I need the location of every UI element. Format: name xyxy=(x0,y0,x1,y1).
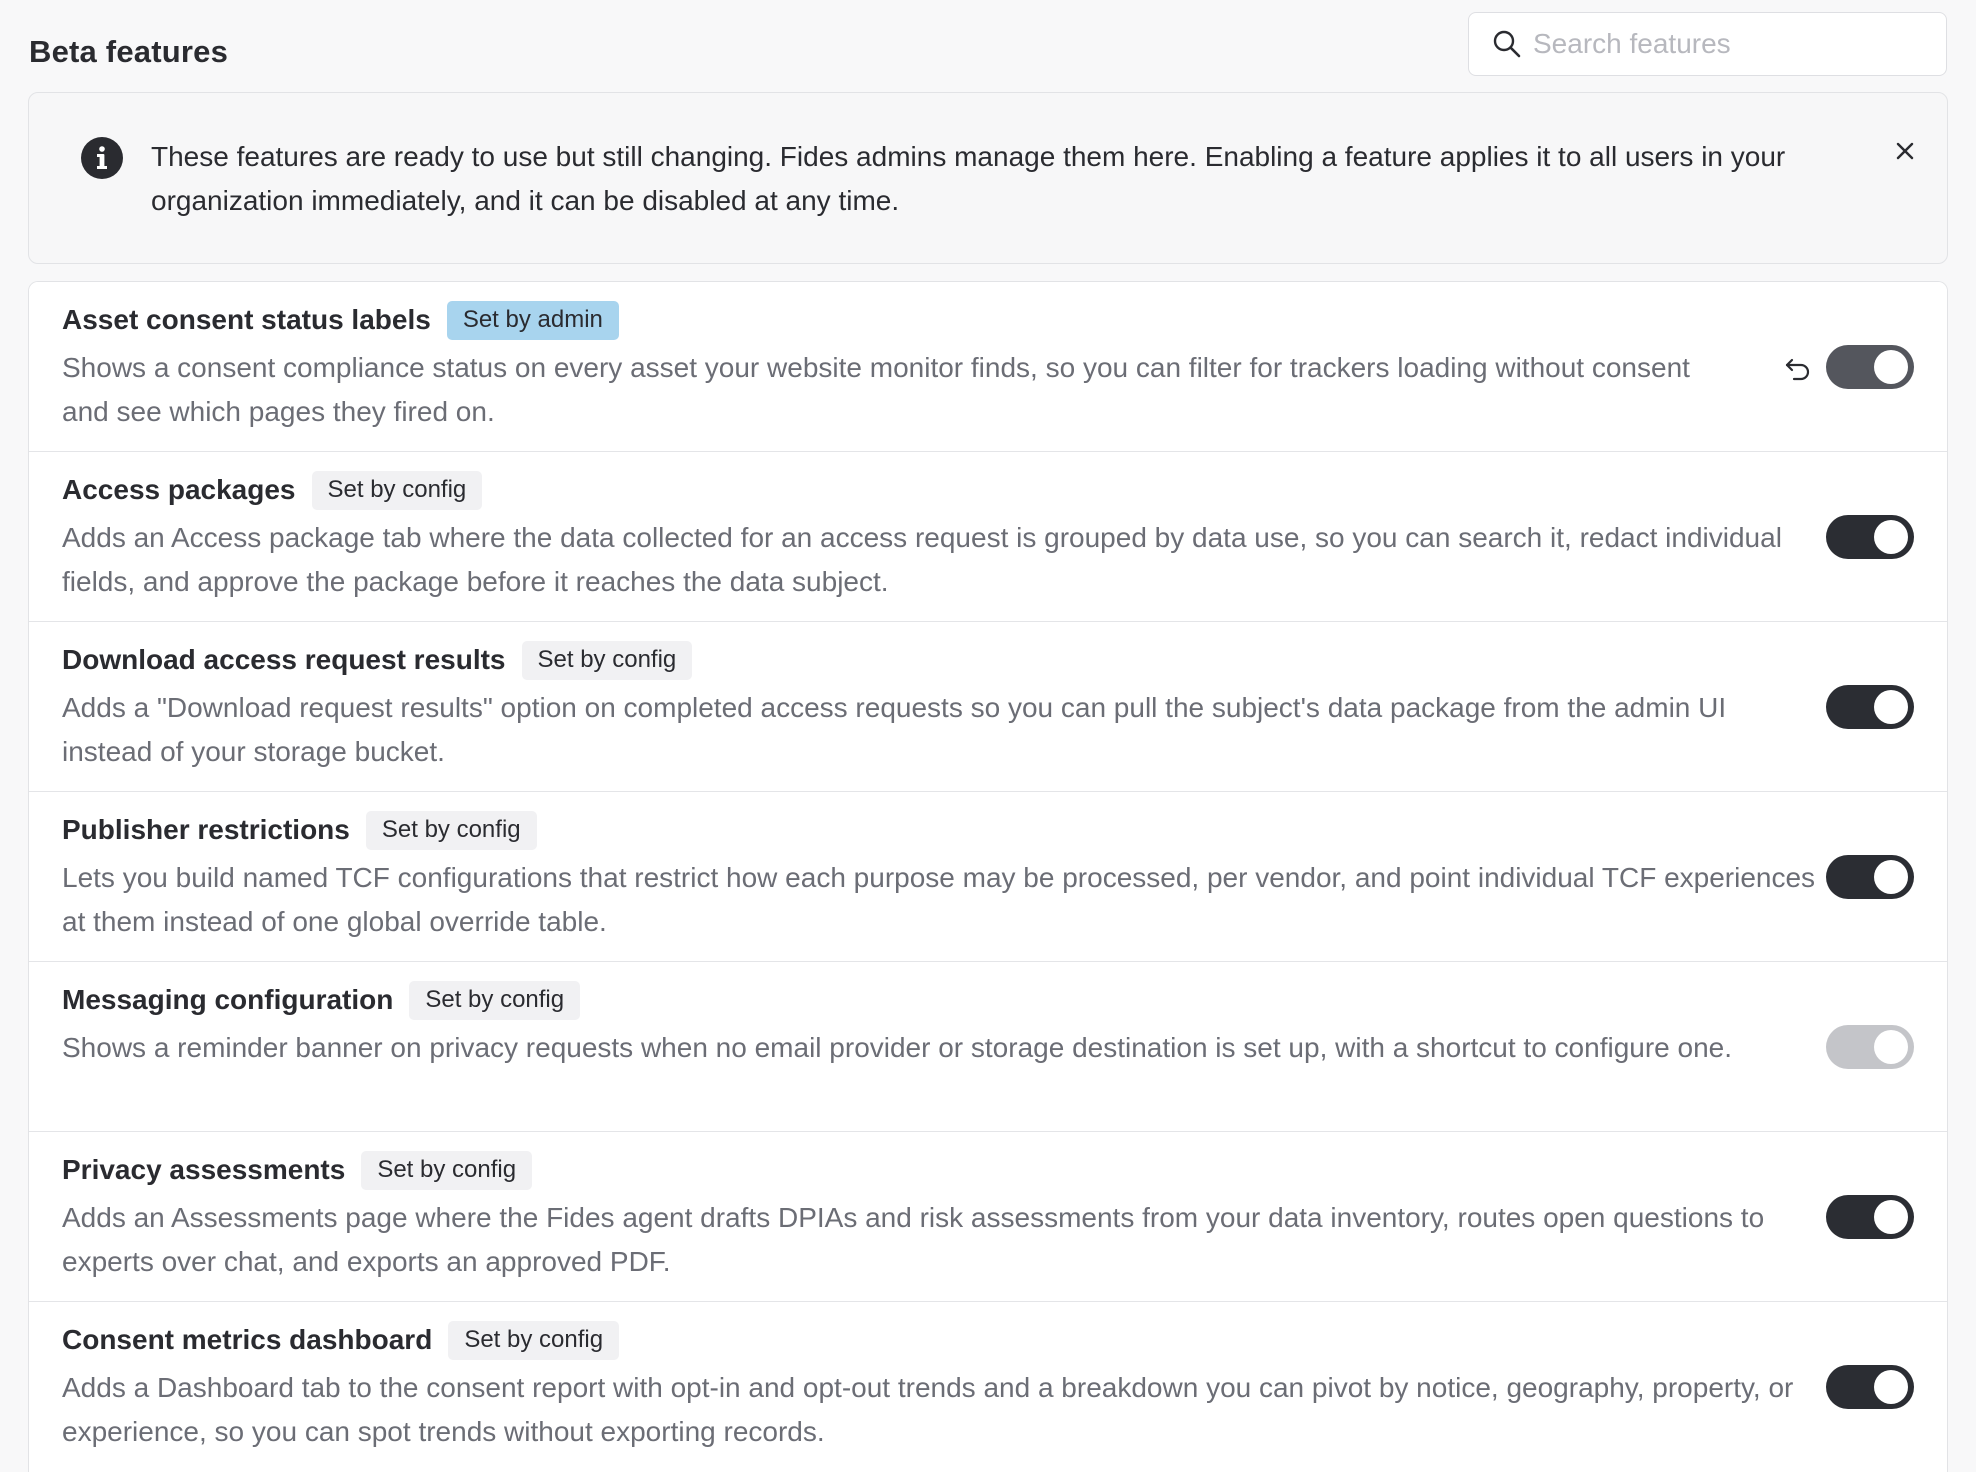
feature-description: Lets you build named TCF configurations … xyxy=(62,862,1816,937)
set-by-admin-tag: Set by admin xyxy=(446,300,619,340)
feature-description: Adds a "Download request results" option… xyxy=(62,692,1727,767)
toggle-knob xyxy=(1874,520,1908,554)
feature-name: Messaging configuration xyxy=(62,984,394,1015)
feature-header: Messaging configuration Set by config xyxy=(62,980,581,1020)
close-icon[interactable] xyxy=(1887,133,1923,169)
feature-description: Shows a reminder banner on privacy reque… xyxy=(62,1032,1733,1063)
search-box[interactable] xyxy=(1468,12,1947,76)
feature-description: Adds an Assessments page where the Fides… xyxy=(62,1202,1765,1277)
feature-row-privacy-assessments: Privacy assessments Set by config Adds a… xyxy=(29,1132,1947,1302)
toggle-knob xyxy=(1874,1200,1908,1234)
feature-description: Shows a consent compliance status on eve… xyxy=(62,352,1690,427)
set-by-config-tag: Set by config xyxy=(521,640,693,680)
set-by-config-tag: Set by config xyxy=(365,810,537,850)
feature-name: Download access request results xyxy=(62,644,506,675)
feature-header: Download access request results Set by c… xyxy=(62,640,693,680)
feature-header: Privacy assessments Set by config xyxy=(62,1150,533,1190)
toggle-knob xyxy=(1874,690,1908,724)
toggle-knob xyxy=(1874,860,1908,894)
feature-name: Access packages xyxy=(62,474,296,505)
feature-description: Adds a Dashboard tab to the consent repo… xyxy=(62,1372,1794,1447)
feature-row-publisher-restrictions: Publisher restrictions Set by config Let… xyxy=(29,792,1947,962)
search-icon xyxy=(1491,28,1523,60)
info-alert: These features are ready to use but stil… xyxy=(28,92,1948,264)
feature-toggle[interactable] xyxy=(1826,685,1914,729)
feature-row-access-packages: Access packages Set by config Adds an Ac… xyxy=(29,452,1947,622)
feature-toggle[interactable] xyxy=(1826,1195,1914,1239)
feature-list: Asset consent status labels Set by admin… xyxy=(28,281,1948,1472)
feature-toggle[interactable] xyxy=(1826,1365,1914,1409)
feature-row-messaging-configuration: Messaging configuration Set by config Sh… xyxy=(29,962,1947,1132)
feature-row-download-access-request-results: Download access request results Set by c… xyxy=(29,622,1947,792)
feature-header: Publisher restrictions Set by config xyxy=(62,810,537,850)
undo-icon[interactable] xyxy=(1781,352,1815,386)
feature-row-consent-metrics-dashboard: Consent metrics dashboard Set by config … xyxy=(29,1302,1947,1472)
toggle-knob xyxy=(1874,1370,1908,1404)
info-icon xyxy=(81,137,123,179)
feature-header: Access packages Set by config xyxy=(62,470,483,510)
toggle-knob xyxy=(1874,1030,1908,1064)
feature-name: Publisher restrictions xyxy=(62,814,350,845)
alert-message: These features are ready to use but stil… xyxy=(151,141,1786,216)
beta-features-page: Beta features These features are ready t… xyxy=(0,0,1976,1472)
feature-name: Privacy assessments xyxy=(62,1154,346,1185)
page-title: Beta features xyxy=(29,34,229,69)
set-by-config-tag: Set by config xyxy=(409,980,581,1020)
feature-toggle[interactable] xyxy=(1826,855,1914,899)
feature-description: Adds an Access package tab where the dat… xyxy=(62,522,1782,597)
feature-name: Consent metrics dashboard xyxy=(62,1324,433,1355)
feature-toggle[interactable] xyxy=(1826,515,1914,559)
search-input[interactable] xyxy=(1533,28,1933,60)
feature-name: Asset consent status labels xyxy=(62,304,431,335)
feature-row-asset-consent-status-labels: Asset consent status labels Set by admin… xyxy=(29,282,1947,452)
set-by-config-tag: Set by config xyxy=(448,1320,620,1360)
set-by-config-tag: Set by config xyxy=(361,1150,533,1190)
feature-toggle[interactable] xyxy=(1826,345,1914,389)
toggle-knob xyxy=(1874,350,1908,384)
feature-toggle[interactable] xyxy=(1826,1025,1914,1069)
feature-header: Asset consent status labels Set by admin xyxy=(62,300,619,340)
set-by-config-tag: Set by config xyxy=(311,470,483,510)
feature-header: Consent metrics dashboard Set by config xyxy=(62,1320,620,1360)
